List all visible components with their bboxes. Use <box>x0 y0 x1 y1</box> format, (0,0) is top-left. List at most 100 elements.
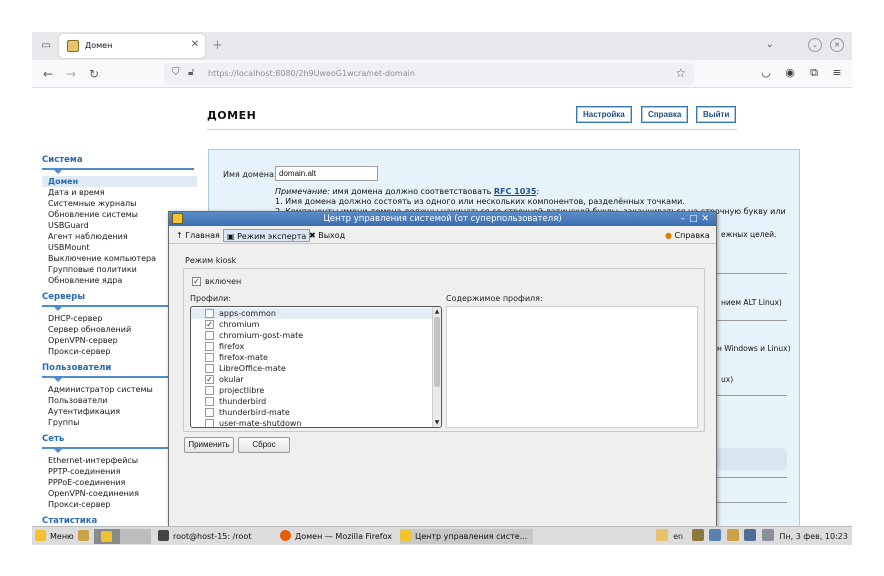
taskbar-item-firefox[interactable]: Домен — Mozilla Firefox <box>280 529 392 544</box>
exit-button[interactable]: ✖ Выход <box>306 229 348 242</box>
rfc-link[interactable]: RFC 1035 <box>494 187 537 196</box>
volume-icon[interactable] <box>761 529 774 541</box>
enabled-checkbox[interactable]: ✓ <box>192 277 201 286</box>
app-menu-icon[interactable]: ≡ <box>830 66 844 80</box>
account-icon[interactable]: ◉ <box>783 66 797 80</box>
menu-button[interactable]: Меню <box>35 529 74 544</box>
dialog-title: Центр управления системой (от суперпольз… <box>323 214 562 224</box>
sidebar-item[interactable]: Дата и время <box>42 187 197 198</box>
close-window-icon[interactable]: ✕ <box>830 38 844 52</box>
divider <box>717 273 787 274</box>
help-icon: ● <box>665 231 672 240</box>
profile-row[interactable]: apps-common <box>191 308 433 319</box>
keyboard-layout[interactable]: en <box>673 532 683 541</box>
profile-checkbox[interactable] <box>205 408 214 417</box>
pocket-icon[interactable]: ◡ <box>759 66 773 80</box>
settings-button[interactable]: Настройка <box>576 106 632 123</box>
profile-content-area[interactable] <box>446 306 698 428</box>
launcher-app[interactable] <box>94 529 120 544</box>
dialog-window-controls[interactable]: –□✕ <box>680 212 713 226</box>
note-suffix: : <box>536 187 540 196</box>
note-prefix: Примечание: <box>275 187 330 196</box>
profile-row[interactable]: ✓ okular <box>191 374 433 385</box>
reload-icon[interactable]: ↻ <box>86 66 102 82</box>
workspace-switcher[interactable] <box>120 529 151 544</box>
profiles-scrollbar[interactable]: ▲ ▼ <box>432 307 441 427</box>
tab-title: Домен <box>85 41 113 50</box>
profile-checkbox[interactable] <box>205 397 214 406</box>
sidebar-item[interactable]: Системные журналы <box>42 198 197 209</box>
address-bar[interactable]: ⛉ 🔓︎ https://localhost:8080/2h9UweoG1wcr… <box>164 63 694 85</box>
taskbar-item-control-center[interactable]: Центр управления систе... <box>400 529 534 544</box>
profile-name: apps-common <box>219 309 276 318</box>
clipboard-icon[interactable] <box>655 529 668 541</box>
forward-icon[interactable]: → <box>63 66 79 82</box>
divider <box>717 477 787 478</box>
taskbar-item-label: Центр управления систе... <box>415 532 528 541</box>
control-center-dialog: Центр управления системой (от суперпольз… <box>168 211 717 527</box>
list-tabs-icon[interactable]: ⌄ <box>766 39 774 50</box>
tab-overview-icon[interactable]: ▭ <box>40 40 52 52</box>
url-text[interactable]: https://localhost:8080/2h9UweoG1wcra/net… <box>208 69 415 78</box>
help-button[interactable]: Справка <box>641 106 689 123</box>
clock[interactable]: Пн, 3 фев, 10:23 <box>779 532 848 541</box>
scroll-thumb[interactable] <box>434 317 440 387</box>
profile-row[interactable]: thunderbird-mate <box>191 407 433 418</box>
url-path: :8080/2h9UweoG1wcra/net-domain <box>272 69 415 78</box>
folder-icon <box>78 530 89 541</box>
scroll-up-icon[interactable]: ▲ <box>433 307 441 316</box>
profile-checkbox[interactable] <box>205 364 214 373</box>
dialog-titlebar[interactable]: Центр управления системой (от суперпольз… <box>169 212 716 226</box>
profile-checkbox[interactable]: ✓ <box>205 375 214 384</box>
shield-icon[interactable]: ⛉ <box>172 67 180 78</box>
control-center-icon <box>400 530 411 541</box>
domain-name-label: Имя домена: <box>223 170 277 179</box>
sidebar-item[interactable]: Домен <box>42 176 197 187</box>
lock-icon[interactable]: 🔓︎ <box>188 67 194 78</box>
file-manager-launcher[interactable] <box>78 529 93 544</box>
domain-name-input[interactable] <box>275 166 378 181</box>
extensions-icon[interactable]: ⧉ <box>807 66 821 80</box>
profile-checkbox[interactable] <box>205 353 214 362</box>
reset-button[interactable]: Сброс <box>238 437 290 453</box>
minimize-icon[interactable]: ⌄ <box>808 38 822 52</box>
scroll-down-icon[interactable]: ▼ <box>433 418 441 427</box>
display-icon[interactable] <box>744 529 757 541</box>
sidebar-section-title[interactable]: Система <box>42 155 197 165</box>
home-button[interactable]: ↑ Главная <box>173 229 223 242</box>
divider <box>717 320 787 321</box>
network-icon[interactable] <box>709 529 722 541</box>
title-divider <box>207 129 737 130</box>
taskbar-item-terminal[interactable]: root@host-15: /root <box>158 529 251 544</box>
profile-row[interactable]: thunderbird <box>191 396 433 407</box>
up-arrow-icon: ↑ <box>176 231 183 240</box>
profile-checkbox[interactable] <box>205 386 214 395</box>
profiles-list[interactable]: apps-common ✓ chromium chromium-gost-mate fi… <box>190 306 442 428</box>
profile-checkbox[interactable] <box>205 419 214 427</box>
logout-button[interactable]: Выйти <box>696 106 737 123</box>
profile-row[interactable]: firefox <box>191 341 433 352</box>
profile-checkbox[interactable] <box>205 331 214 340</box>
tab-close-icon[interactable]: ✕ <box>191 39 199 50</box>
new-tab-icon[interactable]: + <box>212 38 223 53</box>
tab-favicon-icon <box>67 40 79 52</box>
back-icon[interactable]: ← <box>40 66 56 82</box>
profile-row[interactable]: LibreOffice-mate <box>191 363 433 374</box>
profile-row[interactable]: user-mate-shutdown <box>191 418 433 427</box>
update-icon[interactable] <box>726 529 739 541</box>
apply-button[interactable]: Применить <box>184 437 234 453</box>
profile-checkbox[interactable]: ✓ <box>205 320 214 329</box>
expert-label: Режим эксперта <box>237 232 307 241</box>
profile-row[interactable]: firefox-mate <box>191 352 433 363</box>
navigation-bar: ← → ↻ ⛉ 🔓︎ https://localhost:8080/2h9Uwe… <box>32 60 852 88</box>
profile-row[interactable]: projectlibre <box>191 385 433 396</box>
profile-checkbox[interactable] <box>205 342 214 351</box>
profile-checkbox[interactable] <box>205 309 214 318</box>
bookmark-star-icon[interactable]: ☆ <box>675 66 686 80</box>
help-button[interactable]: ● Справка <box>662 229 713 242</box>
printer-icon[interactable] <box>691 529 704 541</box>
expert-mode-button[interactable]: ▣ Режим эксперта <box>223 229 311 242</box>
browser-tab[interactable]: Домен ✕ <box>59 34 205 58</box>
profile-row[interactable]: ✓ chromium <box>191 319 433 330</box>
profile-row[interactable]: chromium-gost-mate <box>191 330 433 341</box>
